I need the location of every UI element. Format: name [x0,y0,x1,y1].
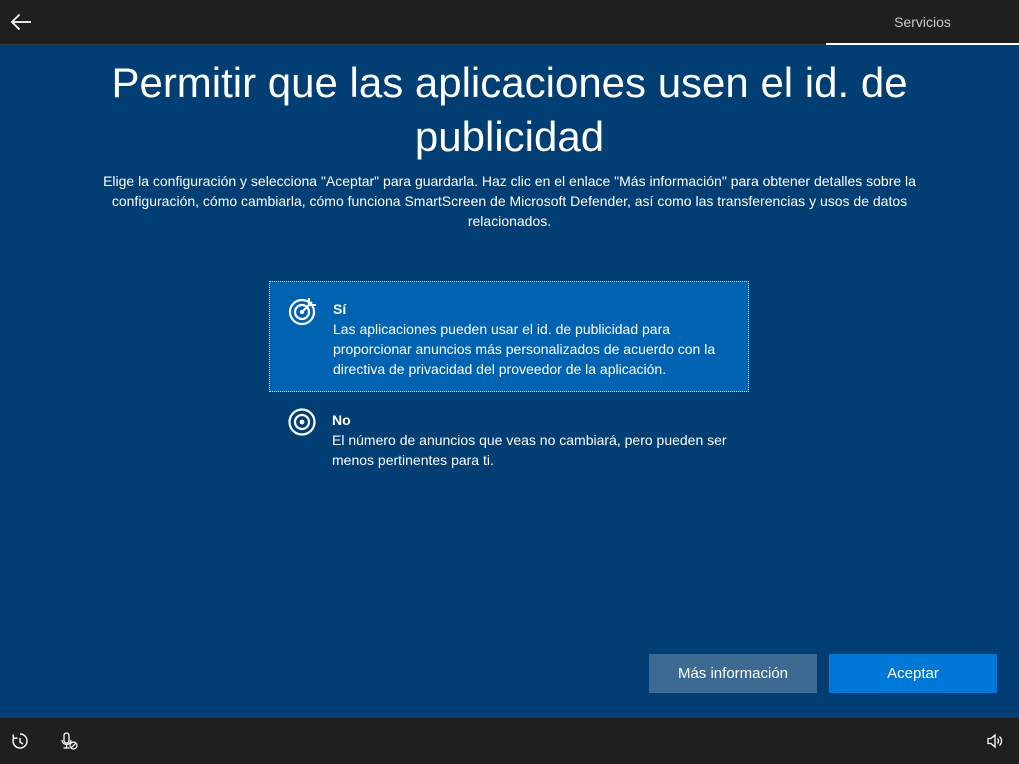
bottom-bar [0,718,1019,764]
page-description: Elige la configuración y selecciona "Ace… [103,173,916,229]
ease-of-access-button[interactable] [11,732,29,750]
back-button[interactable] [6,6,36,38]
volume-icon [987,733,1003,749]
main-content: Permitir que las aplicaciones usen el id… [0,46,1019,718]
accept-button[interactable]: Aceptar [829,654,997,693]
option-yes-description: Las aplicaciones pueden usar el id. de p… [333,321,716,377]
more-info-button[interactable]: Más información [649,654,817,693]
ease-of-access-icon [12,733,28,749]
microphone-muted-icon [61,732,78,750]
option-yes-title: Sí [333,301,347,317]
volume-button[interactable] [986,732,1004,750]
page-title: Permitir que las aplicaciones usen el id… [111,59,908,160]
tab-services-label: Servicios [894,13,951,30]
option-no-title: No [332,412,351,428]
option-yes[interactable]: Sí Las aplicaciones pueden usar el id. d… [269,281,749,392]
target-icon [288,408,316,436]
tab-services[interactable]: Servicios [826,0,1019,45]
option-no-description: El número de anuncios que veas no cambia… [332,432,727,468]
top-bar: Servicios [0,0,1019,45]
target-arrow-icon [288,298,316,326]
microphone-button[interactable] [60,732,78,750]
option-no[interactable]: No El número de anuncios que veas no cam… [269,403,749,483]
back-arrow-icon [10,13,31,31]
